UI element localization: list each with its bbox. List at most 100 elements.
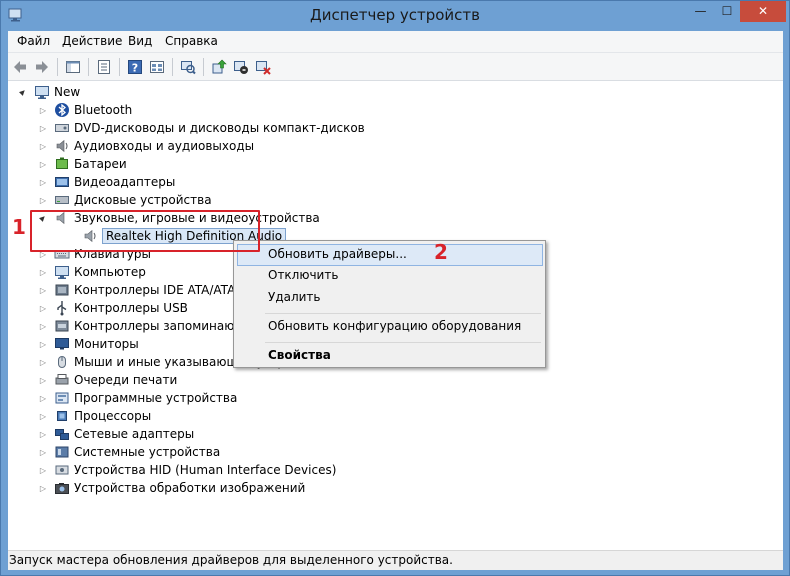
help-icon[interactable]: ? — [125, 57, 145, 77]
scan-hardware-icon[interactable] — [178, 57, 198, 77]
tree-node-label: Очереди печати — [74, 373, 178, 387]
window-title: Диспетчер устройств — [309, 6, 480, 24]
expand-arrow-icon[interactable]: ▷ — [38, 195, 48, 205]
tree-category[interactable]: ▷ Мониторы — [38, 335, 139, 353]
expand-arrow-icon[interactable]: ▷ — [38, 411, 48, 421]
expand-arrow-icon[interactable]: ▷ — [38, 177, 48, 187]
toolbar-separator — [57, 58, 58, 76]
tree-node-label: Компьютер — [74, 265, 146, 279]
menu-view[interactable]: Вид — [126, 34, 154, 48]
expand-arrow-icon[interactable]: ▷ — [38, 429, 48, 439]
tree-category[interactable]: ▷ Контроллеры USB — [38, 299, 188, 317]
tree-category[interactable]: ▷ Системные устройства — [38, 443, 220, 461]
usb-controller-icon — [54, 300, 74, 316]
context-separator — [265, 342, 541, 343]
maximize-button[interactable]: ☐ — [714, 1, 740, 22]
tree-node-label: Контроллеры IDE ATA/ATAPI — [74, 283, 247, 297]
context-properties[interactable]: Свойства — [237, 345, 543, 367]
tree-category[interactable]: ▷ Bluetooth — [38, 101, 132, 119]
tree-node-label: Системные устройства — [74, 445, 221, 459]
expand-arrow-icon[interactable]: ▷ — [38, 105, 48, 115]
disk-drive-icon — [54, 192, 74, 208]
tree-node-label: Аудиовходы и аудиовыходы — [74, 139, 255, 153]
tree-category[interactable]: ▷ Аудиовходы и аудиовыходы — [38, 137, 254, 155]
expand-arrow-icon[interactable]: ▷ — [38, 285, 48, 295]
menu-action[interactable]: Действие — [60, 34, 124, 48]
status-bar: Запуск мастера обновления драйверов для … — [8, 550, 783, 570]
toolbar-separator — [203, 58, 204, 76]
tree-category[interactable]: ▷ Батареи — [38, 155, 127, 173]
imaging-device-icon — [54, 480, 74, 496]
storage-controller-icon — [54, 318, 74, 334]
annotation-number-1: 1 — [12, 215, 26, 239]
expand-arrow-icon[interactable]: ▷ — [38, 447, 48, 457]
battery-icon — [54, 156, 74, 172]
view-icon[interactable] — [147, 57, 167, 77]
hid-icon — [54, 462, 74, 478]
context-scan-hardware[interactable]: Обновить конфигурацию оборудования — [237, 316, 543, 338]
context-disable[interactable]: Отключить — [237, 265, 543, 287]
tree-category[interactable]: ▷ Компьютер — [38, 263, 146, 281]
ide-controller-icon — [54, 282, 74, 298]
expand-arrow-icon[interactable]: ▷ — [38, 303, 48, 313]
expand-arrow-icon[interactable]: ▷ — [38, 267, 48, 277]
tree-category[interactable]: ▷ Процессоры — [38, 407, 151, 425]
expand-arrow-icon[interactable]: ▷ — [38, 483, 48, 493]
tree-node-label: Сетевые адаптеры — [74, 427, 195, 441]
context-menu: Обновить драйверы... Отключить Удалить О… — [233, 240, 546, 368]
network-adapter-icon — [54, 426, 74, 442]
title-bar[interactable]: Диспетчер устройств — ☐ ✕ — [1, 1, 789, 31]
expand-arrow-icon[interactable]: ▷ — [38, 159, 48, 169]
mouse-icon — [54, 354, 74, 370]
annotation-number-2: 2 — [434, 240, 448, 264]
menu-help[interactable]: Справка — [163, 34, 220, 48]
tree-node-label: Программные устройства — [74, 391, 238, 405]
tree-category[interactable]: ▷ Программные устройства — [38, 389, 237, 407]
update-driver-icon[interactable] — [209, 57, 229, 77]
tree-category[interactable]: ▷ Видеоадаптеры — [38, 173, 175, 191]
tree-node-label: Bluetooth — [74, 103, 133, 117]
tree-node-label: Дисковые устройства — [74, 193, 212, 207]
tree-category[interactable]: ▷ Контроллеры IDE ATA/ATAPI — [38, 281, 246, 299]
uninstall-device-icon[interactable] — [253, 57, 273, 77]
tree-category[interactable]: ▷ Очереди печати — [38, 371, 177, 389]
tree-node-label: Видеоадаптеры — [74, 175, 176, 189]
tree-category[interactable]: ▷ Устройства обработки изображений — [38, 479, 305, 497]
tree-category[interactable]: ▷ Сетевые адаптеры — [38, 425, 194, 443]
expand-arrow-icon[interactable]: ▷ — [38, 123, 48, 133]
back-icon[interactable] — [10, 57, 30, 77]
tree-category[interactable]: ▷ DVD-дисководы и дисководы компакт-диско… — [38, 119, 365, 137]
disable-device-icon[interactable] — [231, 57, 251, 77]
computer-icon — [54, 264, 74, 280]
toolbar-separator — [119, 58, 120, 76]
computer-icon — [34, 84, 54, 100]
tree-node-label: DVD-дисководы и дисководы компакт-дисков — [74, 121, 365, 135]
tree-category[interactable]: ▷ Дисковые устройства — [38, 191, 212, 209]
show-hide-tree-icon[interactable] — [63, 57, 83, 77]
properties-icon[interactable] — [94, 57, 114, 77]
expand-arrow-icon[interactable]: ▷ — [38, 339, 48, 349]
tree-category[interactable]: ▷ Устройства HID (Human Interface Devices… — [38, 461, 336, 479]
menu-file[interactable]: Файл — [15, 34, 52, 48]
context-update-driver[interactable]: Обновить драйверы... — [237, 244, 543, 266]
tree-root-computer[interactable]: ▲ New — [18, 83, 80, 101]
expand-arrow-icon[interactable]: ▷ — [38, 141, 48, 151]
tree-node-label: Процессоры — [74, 409, 152, 423]
close-button[interactable]: ✕ — [740, 1, 786, 22]
dvd-drive-icon — [54, 120, 74, 136]
tree-node-label: Устройства HID (Human Interface Devices) — [74, 463, 337, 477]
audio-io-icon — [54, 138, 74, 154]
minimize-button[interactable]: — — [687, 1, 714, 22]
expand-arrow-icon[interactable]: ▷ — [38, 393, 48, 403]
bluetooth-icon — [54, 102, 74, 118]
expand-arrow-icon[interactable]: ▷ — [38, 321, 48, 331]
display-adapter-icon — [54, 174, 74, 190]
forward-icon[interactable] — [32, 57, 52, 77]
device-manager-window: Диспетчер устройств — ☐ ✕ Файл Действие … — [0, 0, 790, 576]
toolbar-separator — [172, 58, 173, 76]
expand-arrow-icon[interactable]: ▷ — [38, 357, 48, 367]
collapse-arrow-icon[interactable]: ▲ — [16, 85, 30, 99]
context-uninstall[interactable]: Удалить — [237, 287, 543, 309]
expand-arrow-icon[interactable]: ▷ — [38, 375, 48, 385]
expand-arrow-icon[interactable]: ▷ — [38, 465, 48, 475]
